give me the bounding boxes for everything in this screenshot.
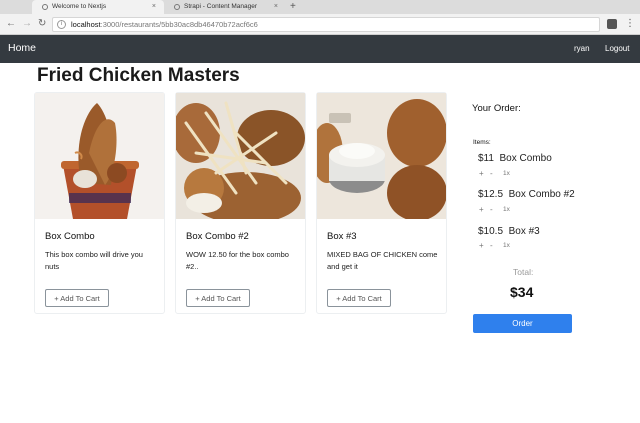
- add-to-cart-button[interactable]: + Add To Cart: [45, 289, 109, 307]
- cart-item-quantity: 1x: [503, 170, 510, 177]
- dish-image: [317, 93, 446, 219]
- browser-tab-bar: Welcome to Nextjs × Strapi - Content Man…: [0, 0, 640, 14]
- browser-toolbar: ← → ↻ i localhost:3000/restaurants/5bb30…: [0, 14, 640, 35]
- decrease-quantity-button[interactable]: -: [490, 241, 493, 250]
- info-icon[interactable]: i: [57, 20, 66, 29]
- total-value: $34: [510, 284, 534, 300]
- cart-item-name: $11 Box Combo: [478, 153, 552, 164]
- cart-item-name: $12.5 Box Combo #2: [478, 189, 575, 200]
- url-text: localhost:3000/restaurants/5bb30ac8db464…: [71, 20, 258, 29]
- dish-card: Box #3 MIXED BAG OF CHICKEN come and get…: [316, 92, 447, 314]
- browser-tab-nextjs[interactable]: Welcome to Nextjs ×: [32, 0, 164, 14]
- tab-label: Welcome to Nextjs: [52, 3, 107, 10]
- back-arrow-icon[interactable]: ←: [6, 17, 16, 31]
- cart-item-quantity: 1x: [503, 206, 510, 213]
- address-bar[interactable]: i localhost:3000/restaurants/5bb30ac8db4…: [52, 17, 600, 32]
- tab-label: Strapi - Content Manager: [184, 3, 257, 10]
- increase-quantity-button[interactable]: +: [479, 169, 484, 178]
- dish-description: MIXED BAG OF CHICKEN come and get it: [327, 250, 438, 271]
- increase-quantity-button[interactable]: +: [479, 241, 484, 250]
- cart-item-name: $10.5 Box #3: [478, 226, 540, 237]
- new-tab-icon[interactable]: +: [290, 0, 296, 14]
- more-menu-icon[interactable]: ⋮: [625, 17, 635, 31]
- increase-quantity-button[interactable]: +: [479, 205, 484, 214]
- dish-name: Box #3: [327, 231, 357, 242]
- dish-name: Box Combo: [45, 231, 95, 242]
- decrease-quantity-button[interactable]: -: [490, 205, 493, 214]
- strapi-icon: [174, 4, 180, 10]
- forward-arrow-icon[interactable]: →: [22, 17, 32, 31]
- dish-card: Box Combo #2 WOW 12.50 for the box combo…: [175, 92, 306, 314]
- browser-tab-strapi[interactable]: Strapi - Content Manager ×: [164, 0, 286, 14]
- order-button[interactable]: Order: [473, 314, 572, 333]
- user-link[interactable]: ryan: [574, 44, 590, 53]
- items-label: Items:: [473, 139, 491, 146]
- add-to-cart-button[interactable]: + Add To Cart: [327, 289, 391, 307]
- close-tab-icon[interactable]: ×: [152, 0, 156, 14]
- add-to-cart-button[interactable]: + Add To Cart: [186, 289, 250, 307]
- reload-icon[interactable]: ↻: [38, 17, 46, 31]
- dish-description: WOW 12.50 for the box combo #2..: [186, 250, 289, 271]
- dish-card: Box Combo This box combo will drive you …: [34, 92, 165, 314]
- cart-item-quantity: 1x: [503, 242, 510, 249]
- app-navbar: Home ryan Logout: [0, 35, 640, 63]
- logout-link[interactable]: Logout: [605, 44, 629, 53]
- dish-image: [35, 93, 164, 219]
- decrease-quantity-button[interactable]: -: [490, 169, 493, 178]
- total-label: Total:: [513, 267, 534, 277]
- globe-icon: [42, 4, 48, 10]
- order-title: Your Order:: [472, 103, 521, 114]
- profile-icon[interactable]: [607, 19, 617, 29]
- dish-image: [176, 93, 305, 219]
- dish-description: This box combo will drive you nuts: [45, 250, 143, 271]
- home-link[interactable]: Home: [8, 42, 36, 54]
- close-tab-icon[interactable]: ×: [274, 0, 278, 14]
- restaurant-title: Fried Chicken Masters: [37, 65, 240, 86]
- dish-name: Box Combo #2: [186, 231, 249, 242]
